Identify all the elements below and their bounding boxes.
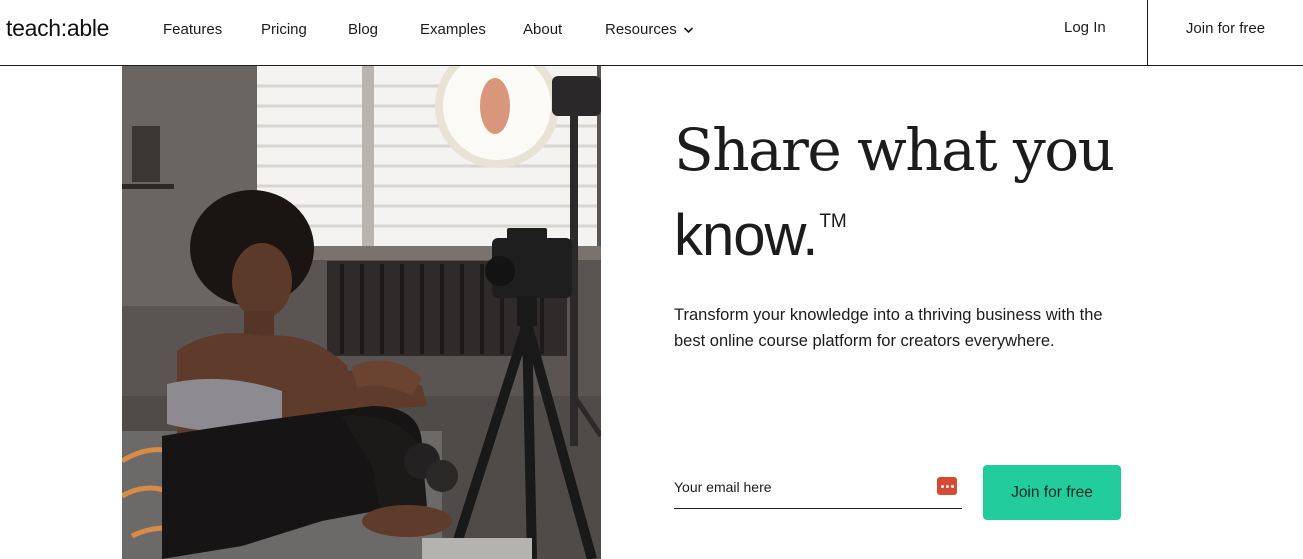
email-input[interactable]	[674, 474, 924, 500]
email-field-wrapper	[674, 470, 962, 509]
hero-subcopy: Transform your knowledge into a thriving…	[674, 306, 1103, 350]
nav-item-examples[interactable]: Examples	[420, 21, 486, 38]
login-link[interactable]: Log In	[1064, 19, 1106, 36]
nav-item-pricing[interactable]: Pricing	[261, 21, 307, 38]
headline-line-1: Share what you	[674, 116, 1115, 184]
nav-item-resources[interactable]: Resources	[605, 21, 677, 38]
header-join-button[interactable]: Join for free	[1148, 0, 1303, 65]
site-header: teach:able Features Pricing Blog Example…	[0, 0, 1303, 66]
teachable-logo[interactable]: teach:able	[6, 15, 109, 42]
hero-illustration	[122, 66, 601, 559]
nav-item-blog[interactable]: Blog	[348, 21, 378, 38]
trademark-symbol: TM	[819, 211, 847, 232]
hero-headline: Share what you know. TM	[674, 114, 1194, 272]
chevron-down-icon[interactable]	[683, 26, 694, 34]
nav-item-features[interactable]: Features	[163, 21, 222, 38]
hero-photo	[122, 66, 601, 559]
password-manager-icon[interactable]	[937, 477, 957, 495]
join-for-free-button[interactable]: Join for free	[983, 465, 1121, 520]
headline-line-2: know.	[674, 203, 818, 268]
nav-item-about[interactable]: About	[523, 21, 562, 38]
